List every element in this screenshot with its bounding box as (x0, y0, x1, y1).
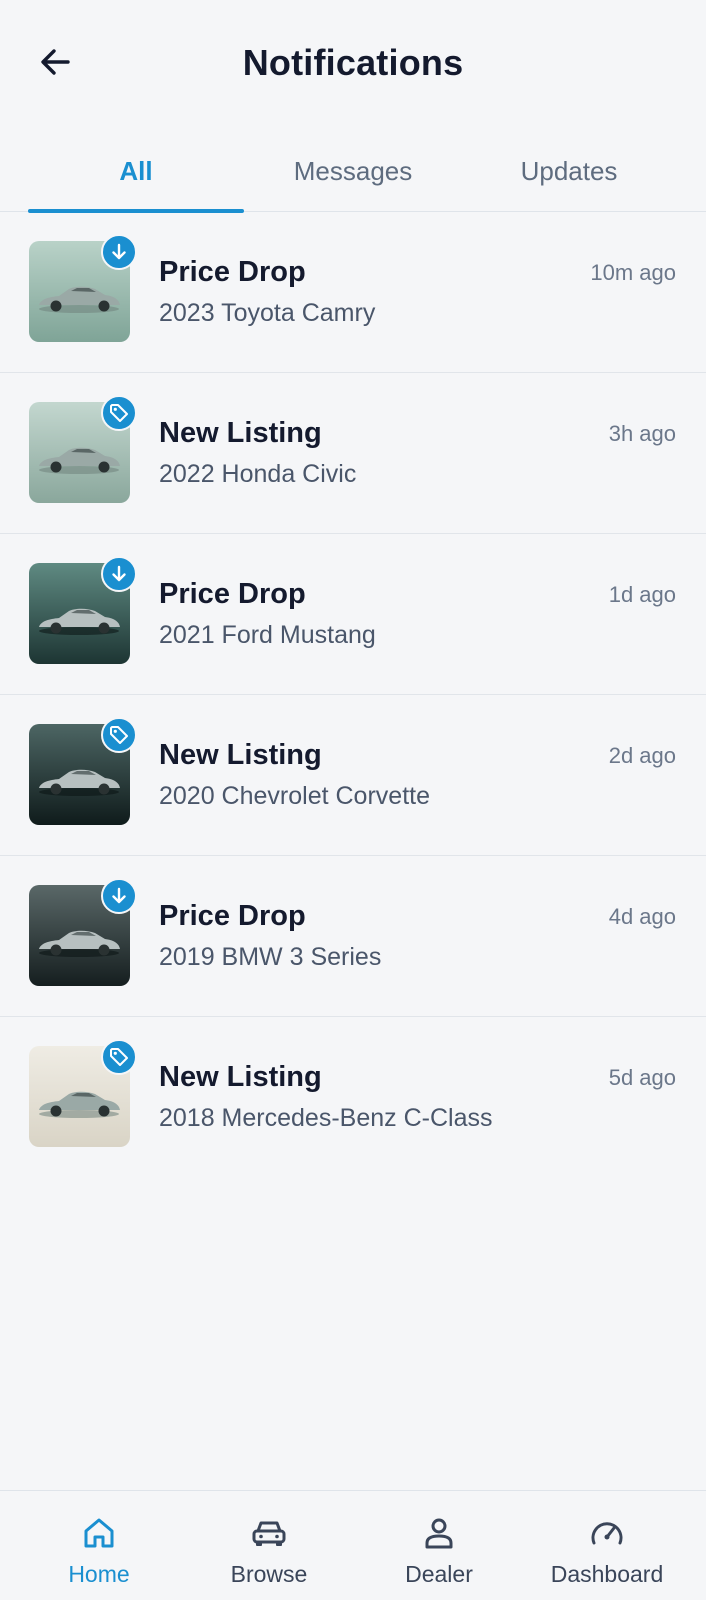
notification-item[interactable]: Price Drop 2023 Toyota Camry 10m ago (0, 212, 706, 373)
notification-time: 5d ago (608, 1065, 676, 1090)
new-listing-badge (101, 717, 137, 753)
notification-title: Price Drop (159, 256, 306, 288)
notification-time: 2d ago (608, 743, 676, 768)
tab-all[interactable]: All (28, 130, 244, 213)
arrow-down-icon (109, 886, 129, 906)
notification-subtitle: 2021 Ford Mustang (159, 621, 376, 649)
notification-title: New Listing (159, 417, 322, 449)
notification-item[interactable]: Price Drop 2019 BMW 3 Series 4d ago (0, 856, 706, 1017)
page-title: Notifications (242, 42, 464, 83)
arrow-down-icon (109, 242, 129, 262)
notification-title: New Listing (159, 1061, 322, 1093)
notification-time: 3h ago (608, 421, 676, 446)
nav-dealer[interactable]: Dealer (354, 1491, 524, 1600)
nav-dealer-label: Dealer (405, 1561, 473, 1587)
nav-browse-label: Browse (230, 1561, 308, 1587)
nav-dashboard-label: Dashboard (550, 1561, 664, 1587)
notification-subtitle: 2019 BMW 3 Series (159, 943, 382, 971)
nav-browse[interactable]: Browse (184, 1491, 354, 1600)
arrow-down-icon (109, 564, 129, 584)
notification-title: New Listing (159, 739, 322, 771)
new-listing-badge (101, 1039, 137, 1075)
new-listing-badge (101, 395, 137, 431)
notification-list: Price Drop 2023 Toyota Camry 10m ago New Li… (0, 212, 706, 1178)
tag-icon (108, 724, 130, 746)
notification-subtitle: 2018 Mercedes-Benz C-Class (159, 1104, 493, 1132)
notification-item[interactable]: Price Drop 2021 Ford Mustang 1d ago (0, 534, 706, 695)
home-icon (79, 1513, 119, 1553)
notification-item[interactable]: New Listing 2018 Mercedes-Benz C-Class 5d … (0, 1017, 706, 1178)
car-icon (249, 1513, 289, 1553)
tag-icon (108, 402, 130, 424)
notification-item[interactable]: New Listing 2020 Chevrolet Corvette 2d ago (0, 695, 706, 856)
nav-home[interactable]: Home (14, 1491, 184, 1600)
tab-messages[interactable]: Messages (245, 130, 461, 212)
notification-title: Price Drop (159, 900, 306, 932)
notification-subtitle: 2023 Toyota Camry (159, 299, 376, 327)
notification-time: 10m ago (590, 260, 676, 285)
price-drop-badge (101, 878, 137, 914)
person-icon (419, 1513, 459, 1553)
price-drop-badge (101, 234, 137, 270)
price-drop-badge (101, 556, 137, 592)
notification-time: 1d ago (608, 582, 676, 607)
tag-icon (108, 1046, 130, 1068)
notification-time: 4d ago (608, 904, 676, 929)
bottom-nav: Home Browse Dealer Dashboard (0, 1490, 706, 1600)
notification-item[interactable]: New Listing 2022 Honda Civic 3h ago (0, 373, 706, 534)
notification-title: Price Drop (159, 578, 306, 610)
tab-updates[interactable]: Updates (461, 130, 677, 212)
notification-subtitle: 2020 Chevrolet Corvette (159, 782, 430, 810)
nav-home-label: Home (68, 1561, 130, 1587)
tab-bar: All Messages Updates (0, 130, 706, 213)
notification-subtitle: 2022 Honda Civic (159, 460, 357, 488)
nav-dashboard[interactable]: Dashboard (522, 1491, 692, 1600)
notifications-screen: Notifications All Messages Updates Price… (0, 0, 706, 1600)
speedometer-icon (587, 1513, 627, 1553)
header: Notifications (0, 0, 706, 130)
